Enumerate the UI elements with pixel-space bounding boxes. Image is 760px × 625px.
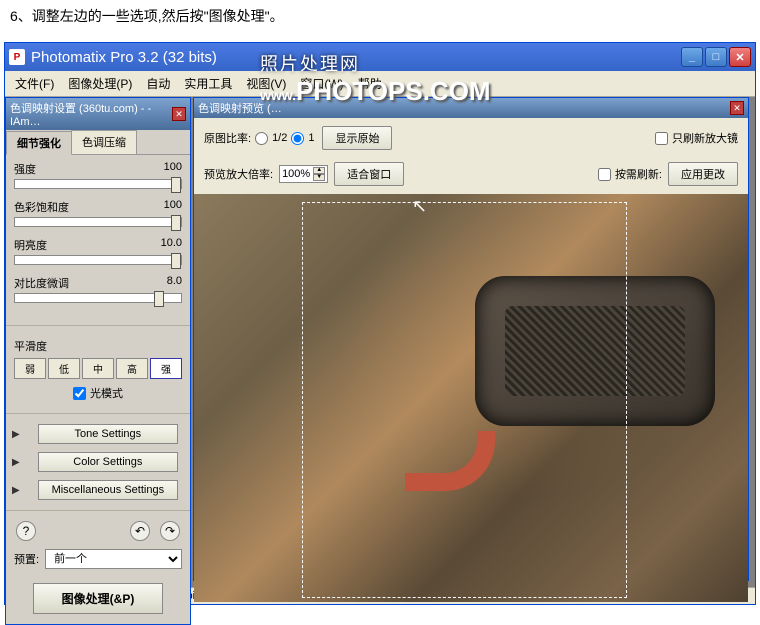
slider-label: 色彩饱和度 bbox=[14, 199, 69, 215]
expand-arrow-icon[interactable]: ▶ bbox=[12, 485, 20, 496]
maximize-button[interactable]: □ bbox=[705, 47, 727, 67]
slider-thumb[interactable] bbox=[171, 215, 181, 231]
preset-select[interactable]: 前一个 bbox=[45, 549, 182, 569]
slider-track[interactable] bbox=[14, 179, 182, 189]
slider-controls: 强度 100 色彩饱和度 100 明亮度 10.0 对比度微调 8.0 bbox=[6, 155, 190, 319]
ratio-label: 原图比率: bbox=[204, 130, 251, 146]
slider-label: 明亮度 bbox=[14, 237, 47, 253]
menu-file[interactable]: 文件(F) bbox=[9, 73, 60, 94]
tonemap-settings-panel: 色调映射设置 (360tu.com) - -IAm… ✕ 细节强化 色调压缩 强… bbox=[5, 97, 191, 625]
slider-0: 强度 100 bbox=[14, 161, 182, 189]
preview-titlebar[interactable]: 色调映射预览 (… ✕ bbox=[194, 98, 748, 118]
menu-tools[interactable]: 实用工具 bbox=[178, 73, 238, 94]
settings-tabs: 细节强化 色调压缩 bbox=[6, 130, 190, 155]
slider-value: 10.0 bbox=[161, 237, 182, 253]
slider-label: 对比度微调 bbox=[14, 275, 69, 291]
settings-title-text: 色调映射设置 (360tu.com) - -IAm… bbox=[10, 100, 172, 128]
preview-toolbar: 原图比率: 1/2 1 显示原始 只刷新放大镜 bbox=[194, 118, 748, 158]
divider bbox=[6, 325, 190, 326]
slider-value: 100 bbox=[164, 161, 182, 177]
slider-1: 色彩饱和度 100 bbox=[14, 199, 182, 227]
slider-2: 明亮度 10.0 bbox=[14, 237, 182, 265]
divider bbox=[6, 413, 190, 414]
tab-tone-compress[interactable]: 色调压缩 bbox=[71, 130, 137, 154]
light-mode-label: 光模式 bbox=[90, 385, 123, 401]
zoom-label: 预览放大倍率: bbox=[204, 166, 273, 182]
workspace: 色调映射设置 (360tu.com) - -IAm… ✕ 细节强化 色调压缩 强… bbox=[5, 97, 755, 587]
menubar: 文件(F) 图像处理(P) 自动 实用工具 视图(V) 窗口(W) 帮助 bbox=[5, 71, 755, 97]
slider-value: 100 bbox=[164, 199, 182, 215]
window-title: Photomatix Pro 3.2 (32 bits) bbox=[31, 49, 681, 66]
light-mode-checkbox[interactable] bbox=[73, 387, 86, 400]
tab-detail-enhance[interactable]: 细节强化 bbox=[6, 131, 72, 155]
spin-down-icon[interactable]: ▼ bbox=[313, 174, 325, 181]
spin-up-icon[interactable]: ▲ bbox=[313, 167, 325, 174]
ratio-half-label: 1/2 bbox=[272, 132, 287, 144]
expand-button[interactable]: Tone Settings bbox=[38, 424, 178, 444]
menu-help[interactable]: 帮助 bbox=[352, 73, 388, 94]
selection-rectangle[interactable] bbox=[302, 202, 627, 598]
close-button[interactable]: ✕ bbox=[729, 47, 751, 67]
slider-label: 强度 bbox=[14, 161, 36, 177]
tonemap-preview-panel: 色调映射预览 (… ✕ 原图比率: 1/2 1 显示原始 只刷新放大镜 bbox=[193, 97, 749, 581]
preview-title-text: 色调映射预览 (… bbox=[198, 100, 730, 116]
app-icon: P bbox=[9, 49, 25, 65]
settings-close-icon[interactable]: ✕ bbox=[172, 107, 186, 121]
slider-track[interactable] bbox=[14, 217, 182, 227]
settings-titlebar[interactable]: 色调映射设置 (360tu.com) - -IAm… ✕ bbox=[6, 98, 190, 130]
refresh-label: 按需刷新: bbox=[615, 166, 662, 182]
expand-arrow-icon[interactable]: ▶ bbox=[12, 429, 20, 440]
ratio-one-label: 1 bbox=[308, 132, 314, 144]
main-window: P Photomatix Pro 3.2 (32 bits) _ □ ✕ 文件(… bbox=[4, 42, 756, 605]
smooth-opt-中[interactable]: 中 bbox=[82, 358, 114, 379]
magnifier-label: 只刷新放大镜 bbox=[672, 130, 738, 146]
preset-label: 预置: bbox=[14, 551, 39, 567]
undo-button[interactable]: ↶ bbox=[130, 521, 150, 541]
smooth-opt-弱[interactable]: 弱 bbox=[14, 358, 46, 379]
minimize-button[interactable]: _ bbox=[681, 47, 703, 67]
slider-value: 8.0 bbox=[167, 275, 182, 291]
ratio-half-radio[interactable] bbox=[255, 132, 268, 145]
help-button[interactable]: ? bbox=[16, 521, 36, 541]
smoothing-buttons: 弱低中高强 bbox=[14, 358, 182, 379]
menu-view[interactable]: 视图(V) bbox=[240, 73, 292, 94]
show-original-button[interactable]: 显示原始 bbox=[322, 126, 392, 150]
redo-button[interactable]: ↷ bbox=[160, 521, 180, 541]
zoom-spinner[interactable]: 100% ▲▼ bbox=[279, 165, 328, 183]
expand-arrow-icon[interactable]: ▶ bbox=[12, 457, 20, 468]
menu-auto[interactable]: 自动 bbox=[140, 73, 176, 94]
slider-thumb[interactable] bbox=[171, 177, 181, 193]
expand-button[interactable]: Color Settings bbox=[38, 452, 178, 472]
instruction-text: 6、调整左边的一些选项,然后按"图像处理"。 bbox=[0, 0, 760, 32]
expand-button[interactable]: Miscellaneous Settings bbox=[38, 480, 178, 500]
slider-track[interactable] bbox=[14, 293, 182, 303]
slider-3: 对比度微调 8.0 bbox=[14, 275, 182, 303]
titlebar[interactable]: P Photomatix Pro 3.2 (32 bits) _ □ ✕ bbox=[5, 43, 755, 71]
menu-process[interactable]: 图像处理(P) bbox=[62, 73, 138, 94]
smoothing-label: 平滑度 bbox=[14, 338, 182, 354]
preview-close-icon[interactable]: ✕ bbox=[730, 101, 744, 115]
divider bbox=[6, 510, 190, 511]
menu-window[interactable]: 窗口(W) bbox=[294, 73, 349, 94]
slider-track[interactable] bbox=[14, 255, 182, 265]
slider-thumb[interactable] bbox=[154, 291, 164, 307]
smooth-opt-高[interactable]: 高 bbox=[116, 358, 148, 379]
preview-image-area[interactable]: ↖ bbox=[194, 194, 748, 602]
smooth-opt-强[interactable]: 强 bbox=[150, 358, 182, 379]
ratio-one-radio[interactable] bbox=[291, 132, 304, 145]
process-button[interactable]: 图像处理(&P) bbox=[33, 583, 163, 614]
zoom-value: 100% bbox=[282, 168, 310, 180]
smooth-opt-低[interactable]: 低 bbox=[48, 358, 80, 379]
magnifier-checkbox[interactable] bbox=[655, 132, 668, 145]
slider-thumb[interactable] bbox=[171, 253, 181, 269]
fit-window-button[interactable]: 适合窗口 bbox=[334, 162, 404, 186]
refresh-checkbox[interactable] bbox=[598, 168, 611, 181]
apply-button[interactable]: 应用更改 bbox=[668, 162, 738, 186]
